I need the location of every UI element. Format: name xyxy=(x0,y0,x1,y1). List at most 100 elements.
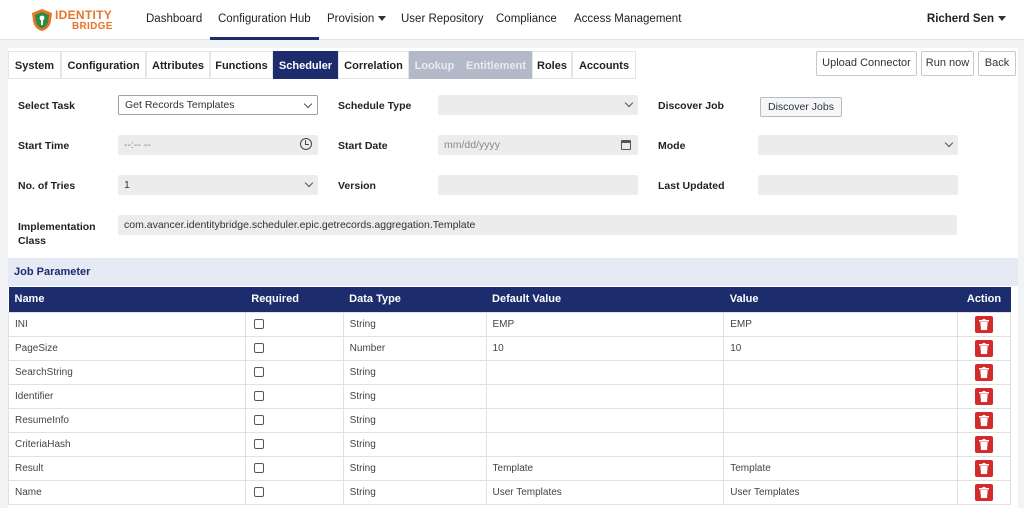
table-row: Name String User Templates User Template… xyxy=(8,479,1012,505)
required-checkbox[interactable] xyxy=(253,342,264,353)
trash-icon xyxy=(978,414,989,426)
nav-compliance[interactable]: Compliance xyxy=(496,0,557,40)
nav-access-management[interactable]: Access Management xyxy=(574,0,681,40)
run-now-button[interactable]: Run now xyxy=(921,51,974,76)
chevron-down-icon xyxy=(944,138,954,148)
tab-attributes[interactable]: Attributes xyxy=(146,51,210,79)
column-header-value: Value xyxy=(729,293,759,306)
implementation-class-label-line1: Implementation xyxy=(18,221,96,233)
calendar-icon[interactable] xyxy=(621,140,631,150)
implementation-class-label: Implementation Class xyxy=(18,220,96,248)
nav-configuration-hub[interactable]: Configuration Hub xyxy=(210,0,319,40)
param-value[interactable] xyxy=(723,431,958,457)
start-time-input[interactable]: --:-- -- xyxy=(118,135,318,155)
required-checkbox[interactable] xyxy=(253,438,264,449)
nav-provision-label: Provision xyxy=(327,13,375,25)
tab-configuration[interactable]: Configuration xyxy=(61,51,146,79)
clock-icon[interactable] xyxy=(300,138,312,150)
param-value[interactable] xyxy=(723,407,958,433)
param-value[interactable] xyxy=(723,359,958,385)
trash-icon xyxy=(978,486,989,498)
nav-provision[interactable]: Provision xyxy=(327,0,387,40)
param-default-value[interactable] xyxy=(485,359,725,385)
nav-dashboard[interactable]: Dashboard xyxy=(146,0,202,40)
column-header-default-value: Default Value xyxy=(492,293,562,306)
job-parameter-rows: INI String EMP EMP PageSize Number 10 10… xyxy=(8,311,1012,505)
tab-accounts[interactable]: Accounts xyxy=(572,51,636,79)
table-row: PageSize Number 10 10 xyxy=(8,335,1012,361)
tab-entitlement[interactable]: Entitlement xyxy=(460,51,532,79)
tab-functions[interactable]: Functions xyxy=(210,51,273,79)
tab-roles[interactable]: Roles xyxy=(532,51,572,79)
job-parameter-table: Name Required Data Type Default Value Va… xyxy=(8,287,1012,505)
required-checkbox[interactable] xyxy=(253,486,264,497)
column-header-action: Action xyxy=(966,293,1002,306)
param-value[interactable]: EMP xyxy=(723,311,958,337)
param-data-type: String xyxy=(342,479,487,505)
mode-dropdown[interactable] xyxy=(758,135,958,155)
chevron-down-icon xyxy=(378,16,387,22)
chevron-down-icon xyxy=(304,178,314,188)
nav-user-repository[interactable]: User Repository xyxy=(401,0,483,40)
discover-jobs-button[interactable]: Discover Jobs xyxy=(760,97,842,117)
param-value[interactable]: Template xyxy=(723,455,958,481)
table-row: SearchString String xyxy=(8,359,1012,385)
param-default-value[interactable] xyxy=(485,407,725,433)
param-default-value[interactable]: User Templates xyxy=(485,479,725,505)
tab-correlation[interactable]: Correlation xyxy=(338,51,409,79)
schedule-type-dropdown[interactable] xyxy=(438,95,638,115)
nav-compliance-label: Compliance xyxy=(496,13,557,25)
param-value[interactable]: 10 xyxy=(723,335,958,361)
param-default-value[interactable]: 10 xyxy=(485,335,725,361)
delete-button[interactable] xyxy=(974,363,993,381)
upload-connector-button[interactable]: Upload Connector xyxy=(816,51,917,76)
param-name: SearchString xyxy=(8,359,246,385)
required-checkbox[interactable] xyxy=(253,414,264,425)
brand-name-line2: BRIDGE xyxy=(72,21,113,32)
delete-button[interactable] xyxy=(974,411,993,429)
start-time-label: Start Time xyxy=(18,140,70,152)
user-menu[interactable]: Richerd Sen xyxy=(927,0,1006,40)
required-checkbox[interactable] xyxy=(253,318,264,329)
column-header-data-type: Data Type xyxy=(349,293,401,306)
param-default-value[interactable]: Template xyxy=(485,455,725,481)
nav-access-management-label: Access Management xyxy=(574,13,682,25)
trash-icon xyxy=(978,342,989,354)
trash-icon xyxy=(978,366,989,378)
tab-lookup[interactable]: Lookup xyxy=(409,51,460,79)
table-header-row: Name Required Data Type Default Value Va… xyxy=(8,287,1011,312)
tab-system[interactable]: System xyxy=(8,51,61,79)
start-date-value: mm/dd/yyyy xyxy=(444,139,501,151)
brand-name-line1: IDENTITY xyxy=(55,8,113,22)
nav-user-repository-label: User Repository xyxy=(401,13,484,25)
schedule-type-label: Schedule Type xyxy=(338,100,412,112)
start-date-input[interactable]: mm/dd/yyyy xyxy=(438,135,638,155)
delete-button[interactable] xyxy=(974,459,993,477)
delete-button[interactable] xyxy=(974,435,993,453)
param-default-value[interactable] xyxy=(485,431,725,457)
param-value[interactable] xyxy=(723,383,958,409)
param-name: PageSize xyxy=(8,335,246,361)
version-field[interactable] xyxy=(438,175,638,195)
delete-button[interactable] xyxy=(974,387,993,405)
param-default-value[interactable] xyxy=(485,383,725,409)
tries-dropdown[interactable]: 1 xyxy=(118,175,318,195)
delete-button[interactable] xyxy=(974,339,993,357)
delete-button[interactable] xyxy=(974,483,993,501)
param-default-value[interactable]: EMP xyxy=(485,311,725,337)
back-button[interactable]: Back xyxy=(978,51,1016,76)
trash-icon xyxy=(978,390,989,402)
param-value[interactable]: User Templates xyxy=(723,479,958,505)
param-name: ResumeInfo xyxy=(8,407,246,433)
tab-scheduler[interactable]: Scheduler xyxy=(273,51,338,79)
table-row: ResumeInfo String xyxy=(8,407,1012,433)
last-updated-field[interactable] xyxy=(758,175,958,195)
select-task-dropdown[interactable]: Get Records Templates xyxy=(118,95,318,115)
identity-bridge-logo[interactable]: IDENTITY BRIDGE xyxy=(30,6,120,34)
required-checkbox[interactable] xyxy=(253,366,264,377)
implementation-class-field[interactable]: com.avancer.identitybridge.scheduler.epi… xyxy=(118,215,957,235)
trash-icon xyxy=(978,438,989,450)
delete-button[interactable] xyxy=(974,315,993,333)
required-checkbox[interactable] xyxy=(253,390,264,401)
required-checkbox[interactable] xyxy=(253,462,264,473)
